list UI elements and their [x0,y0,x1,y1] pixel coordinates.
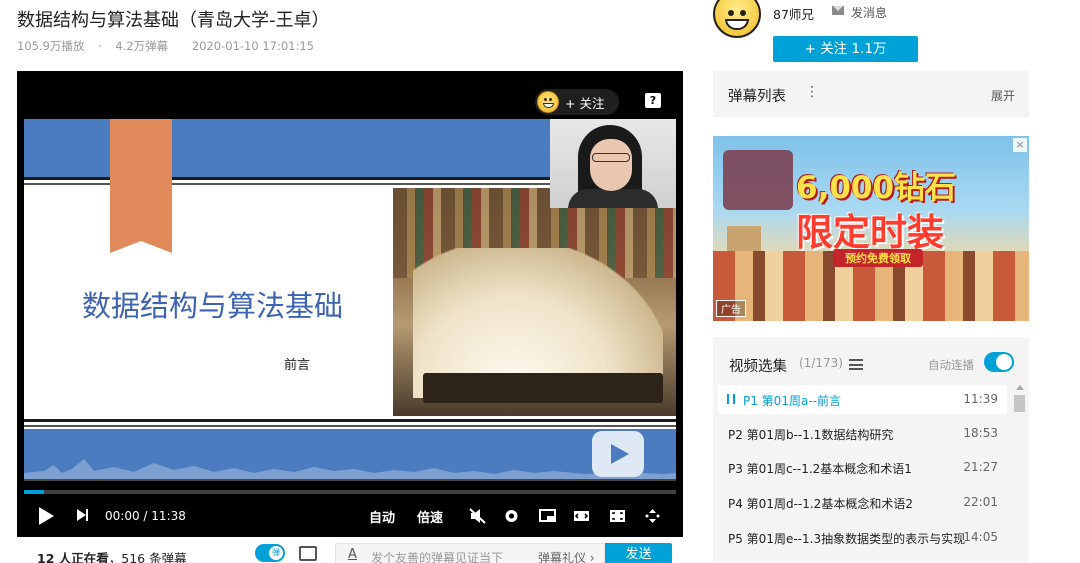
autoplay-label: 自动连播 [928,358,974,372]
help-icon[interactable]: ? [645,93,661,108]
playlist-title: 视频选集 [729,359,787,375]
episode-item[interactable]: P1 第01周a--前言 11:39 [718,385,1007,414]
volume-muted-icon[interactable] [469,508,486,524]
settings-gear-icon[interactable] [503,508,520,524]
castle-illustration [723,150,793,210]
danmaku-style-icon[interactable]: A [348,547,357,562]
autoplay-toggle[interactable] [984,352,1014,372]
publish-date: 2020-01-10 17:01:15 [191,39,314,53]
fullscreen-icon[interactable] [644,508,661,524]
follow-uploader-button[interactable]: + 关注 1.1万 [773,36,918,62]
next-episode-icon[interactable] [77,509,88,521]
episode-item[interactable]: P5 第01周e--1.3抽象数据类型的表示与实现 14:05 [718,523,1007,552]
danmaku-send-bar: 12 人正在看，516 条弹幕 弹 A 发个友善的弹幕见证当下 弹幕礼仪 › 发… [17,540,683,563]
uploader-avatar[interactable] [713,0,761,38]
progress-bar[interactable] [24,490,676,494]
uploader-name[interactable]: 87师兄 [773,4,814,23]
audio-waveform [24,459,676,481]
now-playing-icon [727,394,735,404]
ribbon-decoration [110,119,172,253]
play-count: 105.9万播放 · 4.2万弹幕 [17,39,169,53]
video-meta: 105.9万播放 · 4.2万弹幕 2020-01-10 17:01:15 [17,38,324,54]
send-danmaku-button[interactable]: 发送 [605,543,672,563]
ad-headline-2: 限定时装 [796,211,944,254]
widescreen-icon[interactable] [573,508,590,524]
time-display: 00:00 / 11:38 [105,509,186,523]
episode-playlist: 视频选集 (1/173) 自动连播 P1 第01周a--前言 11:39 P2 … [713,337,1029,563]
episode-item[interactable]: P3 第01周c--1.2基本概念和术语1 21:27 [718,453,1007,482]
bilibili-tv-icon [592,431,644,477]
list-view-icon[interactable] [849,359,863,370]
mail-icon[interactable] [832,6,844,15]
lecturer-webcam [550,119,676,208]
mini-window-icon[interactable] [539,508,556,524]
ad-headline: 6,000钻石 [796,170,957,206]
speed-button[interactable]: 倍速 [417,507,443,526]
episode-item[interactable]: P4 第01周d--1.2基本概念和术语2 22:01 [718,488,1007,517]
video-player[interactable]: + 关注 ? 数据结构与算法基础 前言 00:00 / 11:38 自动 倍速 [17,71,683,537]
slide-title: 数据结构与算法基础 [82,289,344,323]
danmaku-toggle[interactable]: 弹 [255,544,285,562]
danmaku-input-placeholder: 发个友善的弹幕见证当下 [371,551,504,563]
danmaku-list-panel[interactable]: 弹幕列表 ⋮ 展开 [713,71,1029,117]
more-menu-icon[interactable]: ⋮ [805,84,819,100]
web-fullscreen-icon[interactable] [609,508,626,524]
uploader-avatar-icon [537,91,559,113]
quality-auto-button[interactable]: 自动 [369,507,395,526]
ad-tag: 广告 [716,300,746,317]
scroll-thumb[interactable] [1014,395,1025,412]
player-follow-button[interactable]: + 关注 [535,89,619,115]
video-title: 数据结构与算法基础（青岛大学-王卓） [17,10,330,31]
ad-banner[interactable]: 6,000钻石 限定时装 预约免费领取 × 广告 [713,136,1029,321]
danmaku-settings-icon[interactable] [299,546,317,561]
danmaku-etiquette-link[interactable]: 弹幕礼仪 › [538,549,595,563]
playlist-scrollbar[interactable] [1013,385,1025,563]
episode-item[interactable]: P2 第01周b--1.1数据结构研究 18:53 [718,419,1007,448]
book-image [393,188,676,416]
ad-subline: 预约免费领取 [833,249,923,267]
danmaku-list-label: 弹幕列表 [728,89,786,105]
scroll-up-icon[interactable] [1016,385,1024,390]
viewer-count: 12 人正在看，516 条弹幕 [37,551,187,563]
expand-link[interactable]: 展开 [991,87,1015,104]
close-icon[interactable]: × [1013,138,1027,152]
player-controls: 00:00 / 11:38 自动 倍速 [17,497,683,537]
play-icon[interactable] [39,507,54,525]
send-message-link[interactable]: 发消息 [851,4,887,21]
danmaku-input[interactable]: A 发个友善的弹幕见证当下 弹幕礼仪 › [335,543,605,563]
playlist-count: (1/173) [799,356,843,370]
slide-subtitle: 前言 [284,358,311,373]
